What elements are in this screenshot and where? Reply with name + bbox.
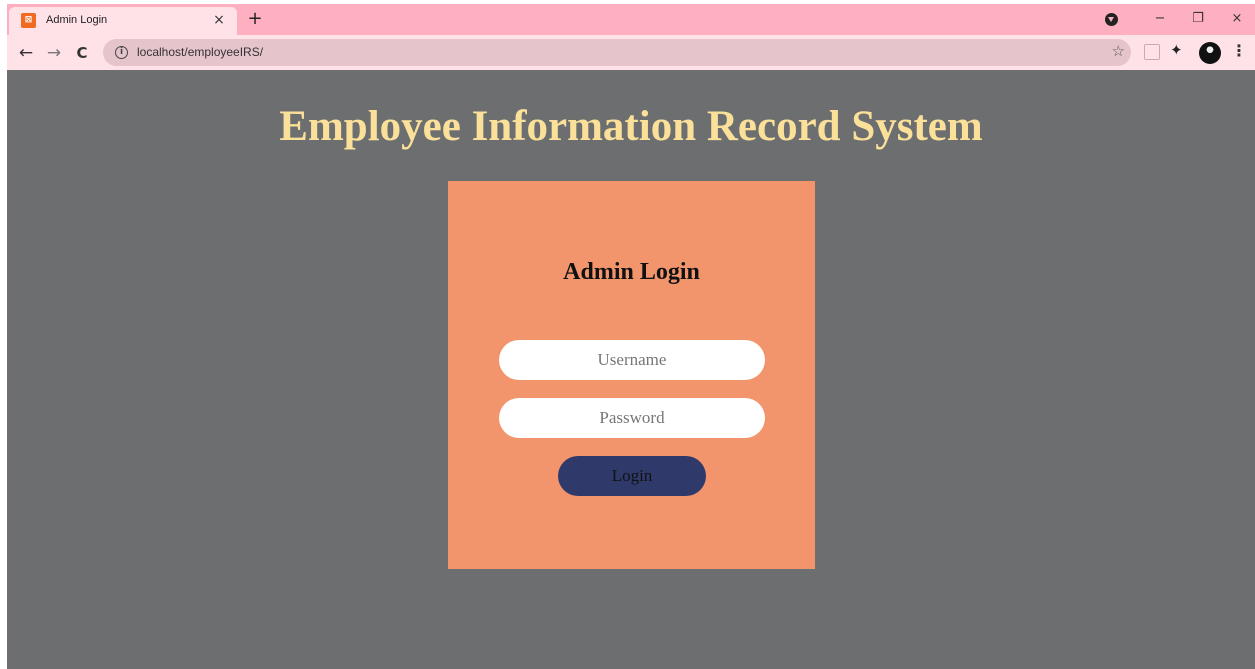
- xampp-favicon-icon: ⊠: [21, 13, 36, 28]
- browser-menu-icon[interactable]: ⋮: [1231, 41, 1247, 60]
- address-bar[interactable]: i localhost/employeeIRS/ ☆: [103, 39, 1131, 66]
- tab-strip: ⊠ Admin Login × + − ❐ ×: [7, 4, 1255, 35]
- tab-admin-login[interactable]: ⊠ Admin Login ×: [9, 7, 237, 35]
- reload-icon[interactable]: C: [71, 42, 93, 64]
- profile-avatar[interactable]: [1199, 42, 1221, 64]
- close-icon[interactable]: ×: [211, 12, 227, 28]
- login-card: Admin Login Login: [448, 181, 815, 569]
- window-close-button[interactable]: ×: [1226, 8, 1248, 30]
- restore-button[interactable]: ❐: [1187, 8, 1209, 30]
- login-title: Admin Login: [563, 259, 700, 285]
- password-input[interactable]: [499, 398, 765, 438]
- extension-icon[interactable]: [1144, 44, 1160, 60]
- tab-title: Admin Login: [46, 14, 108, 26]
- url-text[interactable]: localhost/employeeIRS/: [137, 45, 263, 59]
- tab-search-icon[interactable]: [1105, 13, 1118, 26]
- page-title: Employee Information Record System: [279, 103, 983, 150]
- login-button[interactable]: Login: [558, 456, 706, 496]
- new-tab-button[interactable]: +: [245, 9, 265, 29]
- extensions-puzzle-icon[interactable]: ✦: [1170, 41, 1186, 59]
- bookmark-star-icon[interactable]: ☆: [1112, 42, 1125, 60]
- username-input[interactable]: [499, 340, 765, 380]
- forward-arrow-icon[interactable]: →: [43, 42, 65, 64]
- browser-toolbar: ← → C i localhost/employeeIRS/ ☆ ✦ ⋮: [7, 35, 1255, 70]
- back-arrow-icon[interactable]: ←: [15, 42, 37, 64]
- info-icon[interactable]: i: [115, 46, 128, 59]
- page-viewport: Employee Information Record System Admin…: [7, 70, 1255, 669]
- browser-window: ⊠ Admin Login × + − ❐ × ← → C i localhos…: [7, 4, 1255, 669]
- minimize-button[interactable]: −: [1149, 8, 1171, 30]
